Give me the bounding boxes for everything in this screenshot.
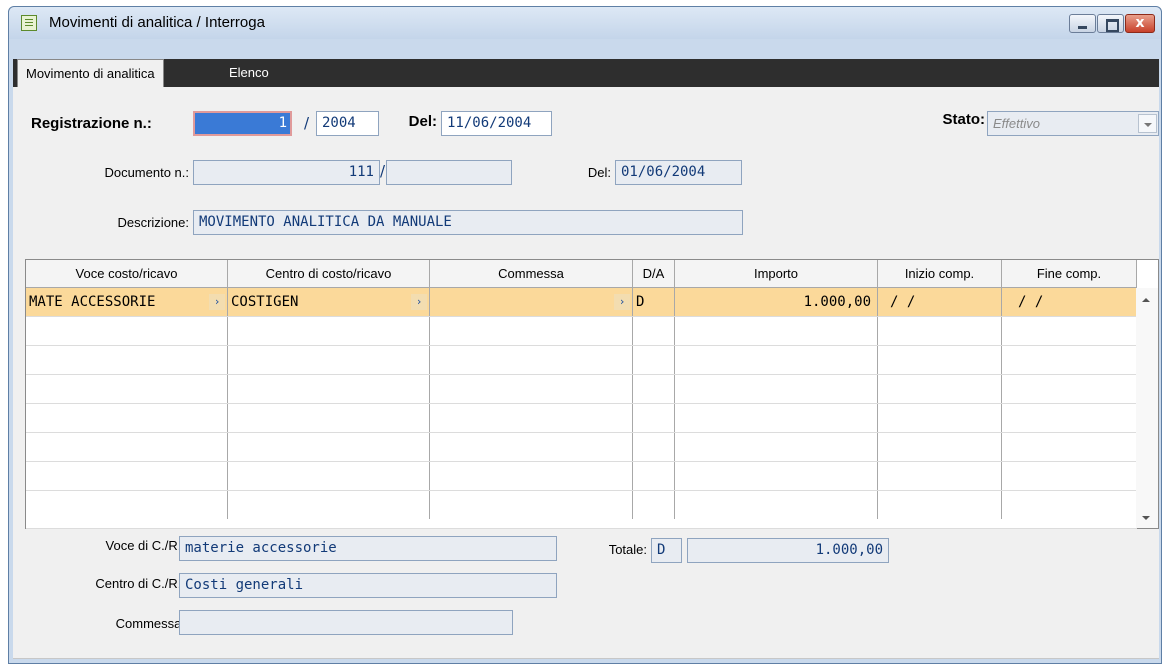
- zoom-arrow-icon[interactable]: ›: [614, 294, 630, 310]
- stato-label: Stato:: [942, 111, 986, 128]
- main-window: Movimenti di analitica / Interroga x Mov…: [8, 6, 1162, 664]
- cell-centro[interactable]: COSTIGEN ›: [228, 288, 430, 316]
- stato-select[interactable]: Effettivo: [987, 111, 1159, 136]
- documento-del-field[interactable]: 01/06/2004: [615, 160, 742, 185]
- column-importo[interactable]: Importo: [675, 260, 878, 288]
- tab-movimento[interactable]: Movimento di analitica: [17, 59, 164, 87]
- scroll-down-icon[interactable]: [1142, 516, 1150, 520]
- centro-label: Centro di C./R.:: [95, 576, 185, 591]
- column-voce[interactable]: Voce costo/ricavo: [26, 260, 228, 288]
- grid-header: Voce costo/ricavo Centro di costo/ricavo…: [26, 260, 1137, 288]
- tab-elenco[interactable]: Elenco: [221, 59, 277, 87]
- scroll-up-icon[interactable]: [1142, 298, 1150, 302]
- centro-description-field[interactable]: Costi generali: [179, 573, 557, 598]
- documento-separator: /: [380, 162, 386, 180]
- empty-row[interactable]: [26, 375, 1137, 404]
- commessa-description-field[interactable]: [179, 610, 513, 635]
- empty-row[interactable]: [26, 346, 1137, 375]
- cell-commessa[interactable]: ›: [430, 288, 633, 316]
- voce-label: Voce di C./R.:: [105, 538, 185, 553]
- descrizione-label: Descrizione:: [117, 215, 189, 230]
- del-label: Del:: [408, 113, 437, 130]
- cell-inizio[interactable]: / /: [878, 288, 1002, 316]
- documento-label: Documento n.:: [104, 165, 189, 180]
- cell-fine[interactable]: / /: [1002, 288, 1137, 316]
- anno-field[interactable]: 2004: [316, 111, 379, 136]
- column-centro[interactable]: Centro di costo/ricavo: [228, 260, 430, 288]
- registrazione-label: Registrazione n.:: [31, 115, 152, 132]
- app-icon: [21, 15, 37, 31]
- minimize-button[interactable]: [1069, 14, 1096, 33]
- cell-da[interactable]: D: [633, 288, 675, 316]
- totale-label: Totale:: [608, 542, 647, 557]
- cell-importo[interactable]: 1.000,00: [675, 288, 878, 316]
- close-button[interactable]: x: [1125, 14, 1155, 33]
- column-commessa[interactable]: Commessa: [430, 260, 633, 288]
- dropdown-arrow-icon[interactable]: [1138, 114, 1157, 133]
- empty-row[interactable]: [26, 462, 1137, 491]
- zoom-arrow-icon[interactable]: ›: [411, 294, 427, 310]
- documento-del-label: Del:: [587, 165, 611, 180]
- documento-field[interactable]: 111: [193, 160, 380, 185]
- registrazione-separator: /: [304, 114, 310, 132]
- tab-bar: Movimento di analitica Elenco: [13, 59, 1159, 87]
- window-title: Movimenti di analitica / Interroga: [49, 14, 265, 31]
- maximize-button[interactable]: [1097, 14, 1124, 33]
- movements-grid: Voce costo/ricavo Centro di costo/ricavo…: [25, 259, 1159, 529]
- empty-row[interactable]: [26, 491, 1137, 529]
- documento-serie-field[interactable]: [386, 160, 512, 185]
- empty-row[interactable]: [26, 317, 1137, 346]
- commessa-label: Commessa:: [115, 616, 185, 631]
- registrazione-field[interactable]: 1: [193, 111, 292, 136]
- zoom-arrow-icon[interactable]: ›: [209, 294, 225, 310]
- cell-voce[interactable]: MATE ACCESSORIE ›: [26, 288, 228, 316]
- table-row[interactable]: MATE ACCESSORIE › COSTIGEN › › D 1.000,00 …: [26, 288, 1137, 317]
- vertical-scrollbar[interactable]: [1136, 288, 1158, 528]
- title-bar[interactable]: Movimenti di analitica / Interroga x: [9, 7, 1161, 39]
- empty-row[interactable]: [26, 433, 1137, 462]
- totale-field[interactable]: 1.000,00: [687, 538, 889, 563]
- column-da[interactable]: D/A: [633, 260, 675, 288]
- column-fine[interactable]: Fine comp.: [1002, 260, 1137, 288]
- column-inizio[interactable]: Inizio comp.: [878, 260, 1002, 288]
- empty-row[interactable]: [26, 404, 1137, 433]
- close-icon: x: [1135, 15, 1145, 31]
- totale-da-field[interactable]: D: [651, 538, 682, 563]
- del-field[interactable]: 11/06/2004: [441, 111, 552, 136]
- descrizione-field[interactable]: MOVIMENTO ANALITICA DA MANUALE: [193, 210, 743, 235]
- stato-value: Effettivo: [993, 116, 1040, 131]
- voce-description-field[interactable]: materie accessorie: [179, 536, 557, 561]
